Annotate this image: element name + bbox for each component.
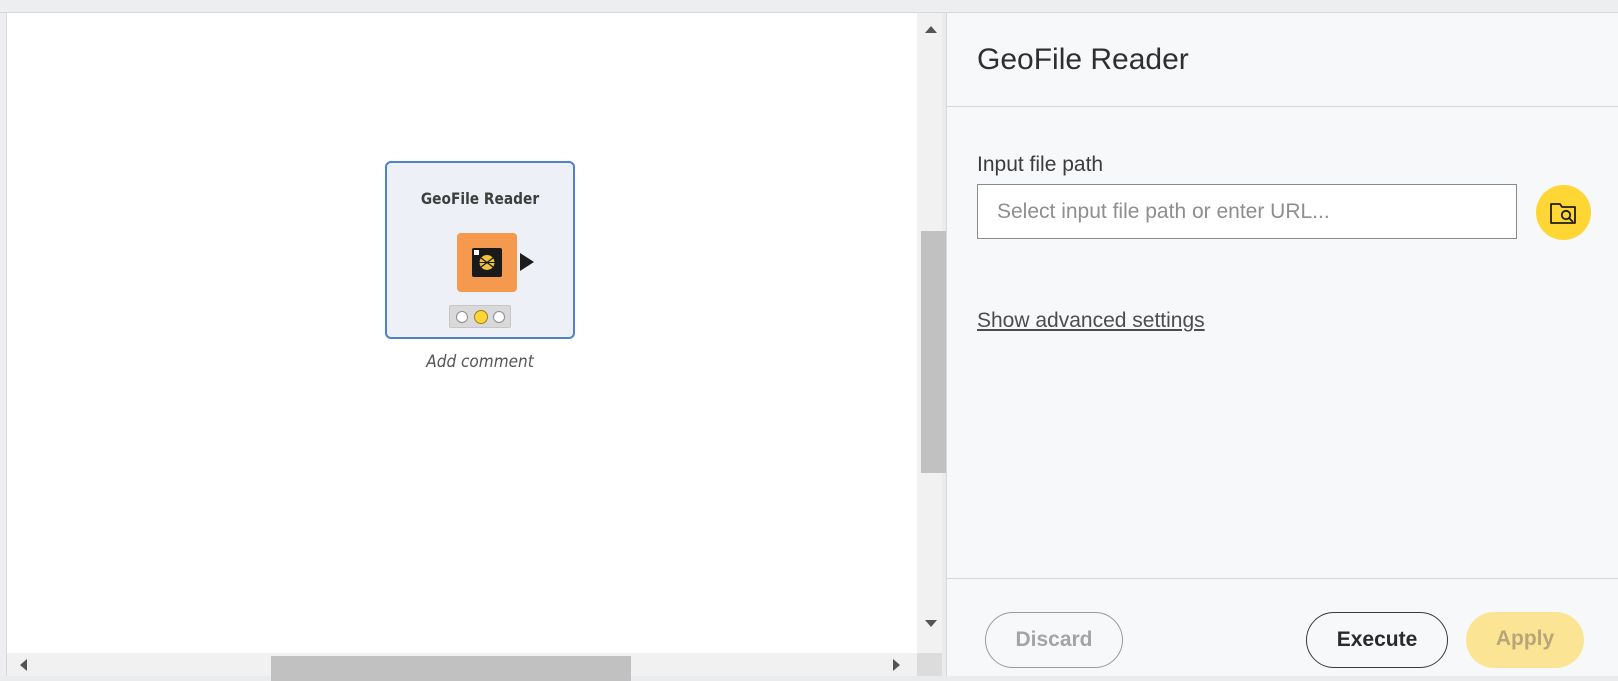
scroll-up-icon[interactable] [925, 26, 937, 33]
left-edge [0, 13, 7, 676]
panel-header: GeoFile Reader [947, 13, 1618, 107]
horizontal-scrollbar[interactable] [7, 653, 917, 681]
status-red-dot [456, 311, 468, 323]
workflow-node[interactable]: GeoFile Reader [385, 161, 575, 339]
scrollbar-corner [917, 653, 942, 676]
workflow-canvas[interactable]: GeoFile Reader Add comment [7, 13, 946, 681]
apply-button[interactable]: Apply [1466, 612, 1584, 668]
discard-button[interactable]: Discard [985, 612, 1123, 668]
folder-search-icon [1550, 203, 1576, 224]
node-status-traffic-light [449, 305, 511, 328]
vertical-scroll-thumb[interactable] [921, 231, 946, 473]
scroll-down-icon[interactable] [925, 620, 937, 627]
panel-title: GeoFile Reader [977, 43, 1189, 76]
show-advanced-settings-link[interactable]: Show advanced settings [977, 309, 1205, 333]
top-bar [0, 0, 1618, 13]
execute-button[interactable]: Execute [1306, 612, 1448, 668]
panel-footer: Discard Execute Apply [947, 578, 1618, 676]
horizontal-scroll-thumb[interactable] [271, 656, 631, 681]
scroll-left-icon[interactable] [20, 659, 27, 671]
input-file-path-field[interactable] [977, 184, 1517, 239]
status-green-dot [493, 311, 505, 323]
node-title: GeoFile Reader [420, 189, 540, 208]
geofile-reader-node-icon[interactable] [457, 233, 517, 292]
browse-files-button[interactable] [1536, 185, 1591, 240]
input-file-path-label: Input file path [977, 153, 1104, 176]
node-dialog-panel: GeoFile Reader Input file path Show adva… [946, 13, 1618, 676]
workflow-workspace[interactable]: GeoFile Reader Add comment [7, 13, 917, 653]
vertical-scrollbar[interactable] [917, 13, 946, 653]
node-comment[interactable]: Add comment [395, 352, 566, 372]
status-yellow-dot [474, 310, 488, 324]
output-port-icon[interactable] [520, 253, 534, 271]
globe-icon [474, 250, 496, 271]
scroll-right-icon[interactable] [893, 659, 900, 671]
